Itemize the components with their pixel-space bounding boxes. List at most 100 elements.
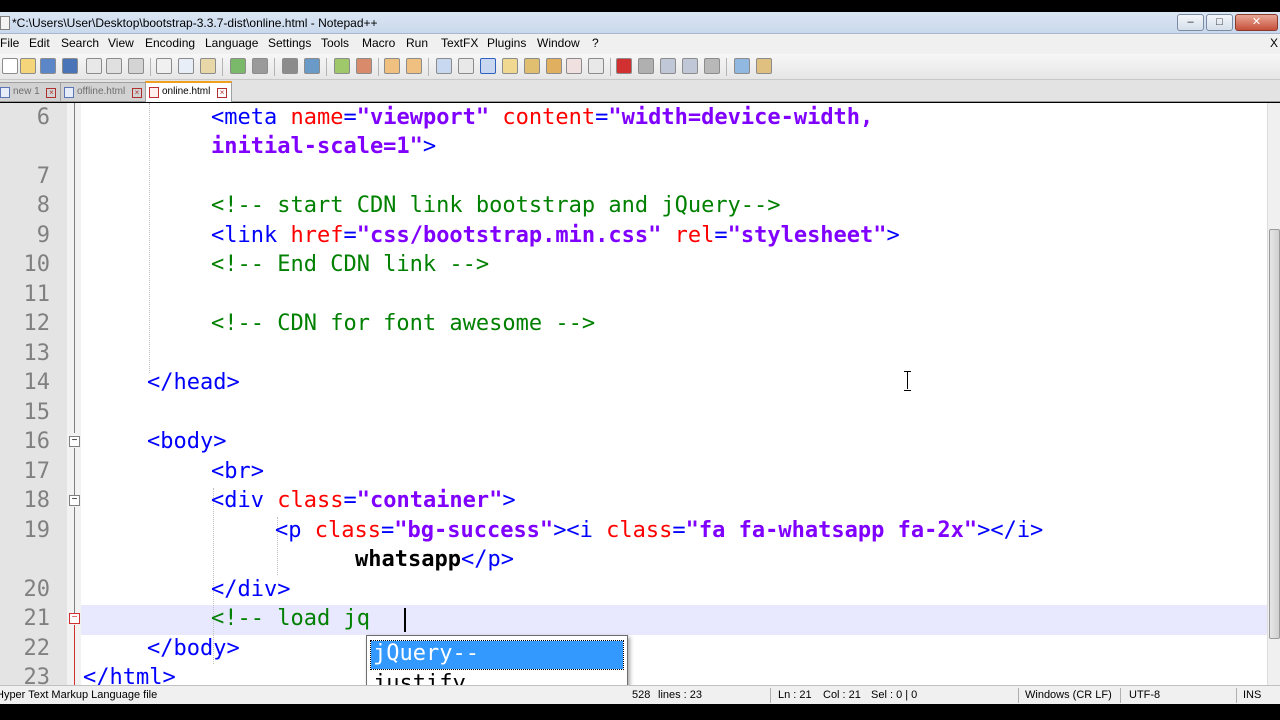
undo-icon[interactable] — [230, 58, 246, 74]
copy-icon[interactable] — [178, 58, 194, 74]
tab-close-icon[interactable]: × — [46, 88, 57, 98]
redo-icon[interactable] — [252, 58, 268, 74]
fold-toggle-div[interactable]: − — [69, 495, 80, 506]
word-wrap-icon[interactable] — [436, 58, 452, 74]
code-editor[interactable]: − − − 6 7 8 9 10 11 12 13 14 15 16 17 18… — [0, 103, 1267, 685]
menu-encoding[interactable]: Encoding — [145, 36, 195, 50]
column-status: Col : 21 — [823, 689, 861, 701]
comment-token: <!-- start CDN link bootstrap and jQuery… — [211, 193, 781, 218]
open-file-icon[interactable] — [20, 58, 36, 74]
find-icon[interactable] — [282, 58, 298, 74]
document-icon — [64, 87, 74, 98]
attribute-token: class — [592, 518, 673, 543]
menu-plugins[interactable]: Plugins — [487, 36, 526, 50]
save-icon[interactable] — [40, 58, 56, 74]
insert-mode-status: INS — [1243, 689, 1262, 701]
value-token: "css/bootstrap.min.css" — [356, 223, 662, 248]
stop-recording-icon[interactable] — [638, 58, 654, 74]
plugin-icon[interactable] — [756, 58, 772, 74]
spell-check-icon[interactable] — [734, 58, 750, 74]
save-macro-icon[interactable] — [704, 58, 720, 74]
selection-status: Sel : 0 | 0 — [871, 689, 918, 701]
toolbar-separator — [726, 58, 727, 76]
minimize-button[interactable]: – — [1177, 14, 1204, 31]
show-all-characters-icon[interactable] — [458, 58, 474, 74]
tag-token: <br> — [211, 459, 264, 484]
fold-line — [74, 103, 75, 433]
save-all-icon[interactable] — [62, 58, 78, 74]
line-number: 22 — [23, 636, 51, 661]
tab-new-1[interactable]: new 1 × — [0, 82, 62, 101]
value-token: "width=device-width, — [608, 105, 874, 130]
user-defined-language-icon[interactable] — [502, 58, 518, 74]
zoom-in-icon[interactable] — [334, 58, 350, 74]
lines-status: lines : 23 — [658, 689, 703, 701]
tab-online-html[interactable]: online.html × — [145, 81, 233, 102]
document-map-icon[interactable] — [524, 58, 540, 74]
close-document-button[interactable]: X — [1270, 36, 1278, 50]
tab-close-icon[interactable]: × — [217, 88, 228, 98]
tab-label: new 1 — [13, 86, 40, 97]
code-line: <meta name="viewport" content="width=dev… — [211, 105, 873, 130]
operator-token: = — [343, 105, 357, 130]
record-macro-icon[interactable] — [616, 58, 632, 74]
fold-line — [74, 507, 75, 613]
menu-file[interactable]: File — [0, 36, 19, 50]
scrollbar-thumb[interactable] — [1269, 229, 1280, 639]
sync-horizontal-icon[interactable] — [406, 58, 422, 74]
status-separator — [1120, 688, 1121, 703]
sync-vertical-icon[interactable] — [384, 58, 400, 74]
fold-toggle-comment[interactable]: − — [69, 613, 80, 624]
close-file-icon[interactable] — [86, 58, 102, 74]
menu-textfx[interactable]: TextFX — [441, 36, 478, 50]
maximize-button[interactable]: □ — [1206, 14, 1233, 31]
code-line: <!-- load jq — [211, 606, 370, 631]
vertical-scrollbar[interactable] — [1267, 103, 1280, 685]
code-line: <!-- End CDN link --> — [211, 252, 489, 277]
menu-tools[interactable]: Tools — [321, 36, 349, 50]
folder-as-workspace-icon[interactable] — [566, 58, 582, 74]
paste-icon[interactable] — [200, 58, 216, 74]
menu-edit[interactable]: Edit — [29, 36, 50, 50]
replace-icon[interactable] — [304, 58, 320, 74]
code-line: <br> — [211, 459, 264, 484]
menu-settings[interactable]: Settings — [268, 36, 311, 50]
menu-language[interactable]: Language — [205, 36, 258, 50]
tag-token: > — [886, 223, 900, 248]
file-type-status: Hyper Text Markup Language file — [0, 689, 158, 701]
close-all-icon[interactable] — [106, 58, 122, 74]
toolbar-separator — [222, 58, 223, 76]
operator-token: = — [672, 518, 686, 543]
line-number: 20 — [23, 577, 51, 602]
tag-token: > — [422, 134, 437, 159]
menu-search[interactable]: Search — [61, 36, 99, 50]
cut-icon[interactable] — [156, 58, 172, 74]
run-macro-multiple-icon[interactable] — [682, 58, 698, 74]
function-list-icon[interactable] — [546, 58, 562, 74]
menu-run[interactable]: Run — [406, 36, 428, 50]
tab-close-icon[interactable]: × — [131, 88, 142, 98]
line-number: 19 — [23, 518, 51, 543]
menu-help[interactable]: ? — [592, 36, 599, 50]
close-button[interactable]: ✕ — [1235, 14, 1278, 31]
fold-line — [74, 625, 75, 685]
text-token: whatsapp — [355, 547, 461, 572]
print-icon[interactable] — [128, 58, 144, 74]
zoom-out-icon[interactable] — [356, 58, 372, 74]
autocomplete-item[interactable]: jQuery-- — [370, 640, 624, 670]
status-separator — [770, 688, 771, 703]
menu-view[interactable]: View — [108, 36, 134, 50]
play-macro-icon[interactable] — [660, 58, 676, 74]
indent-guide-icon[interactable] — [480, 58, 496, 74]
menu-window[interactable]: Window — [537, 36, 580, 50]
unsaved-document-icon — [149, 87, 159, 98]
operator-token: = — [380, 518, 395, 543]
tab-label: online.html — [162, 86, 211, 97]
monitoring-icon[interactable] — [588, 58, 604, 74]
tab-offline-html[interactable]: offline.html × — [60, 82, 147, 101]
value-token: "bg-success" — [394, 518, 554, 543]
new-file-icon[interactable] — [2, 58, 18, 74]
fold-toggle-body[interactable]: − — [69, 436, 80, 447]
menu-macro[interactable]: Macro — [362, 36, 395, 50]
code-line: whatsapp</p> — [355, 547, 514, 572]
